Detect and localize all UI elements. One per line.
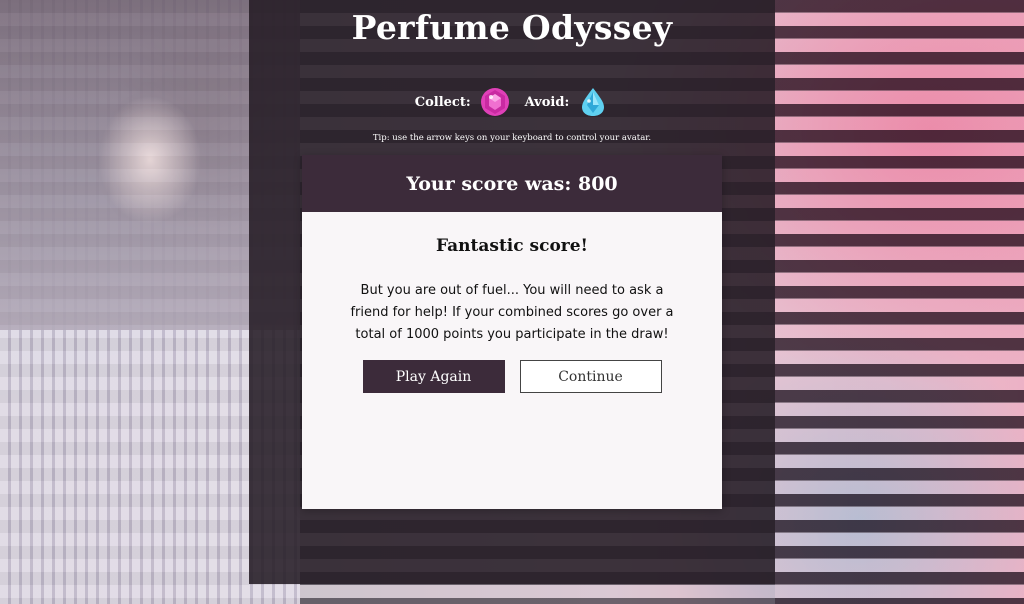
score-dialog: Your score was: 800 Fantastic score! But…: [302, 155, 722, 509]
background-blinds: [775, 0, 1024, 604]
score-heading: Fantastic score!: [435, 236, 589, 256]
score-header: Your score was: 800: [302, 155, 722, 212]
legend-collect: Collect:: [415, 86, 511, 118]
continue-button[interactable]: Continue: [519, 360, 662, 393]
game-title: Perfume Odyssey: [351, 8, 673, 47]
legend-avoid: Avoid:: [525, 86, 610, 118]
blue-drop-gem-icon: [582, 88, 605, 116]
dialog-actions: Play Again Continue: [302, 360, 722, 393]
score-message: But you are out of fuel... You will need…: [350, 283, 674, 342]
play-again-button[interactable]: Play Again: [362, 360, 505, 393]
controls-tip: Tip: use the arrow keys on your keyboard…: [372, 133, 652, 143]
pink-gem-icon: [480, 88, 509, 116]
legend: Collect: Avoid:: [249, 86, 775, 118]
collect-label: Collect:: [414, 94, 471, 110]
avoid-label: Avoid:: [524, 94, 570, 110]
